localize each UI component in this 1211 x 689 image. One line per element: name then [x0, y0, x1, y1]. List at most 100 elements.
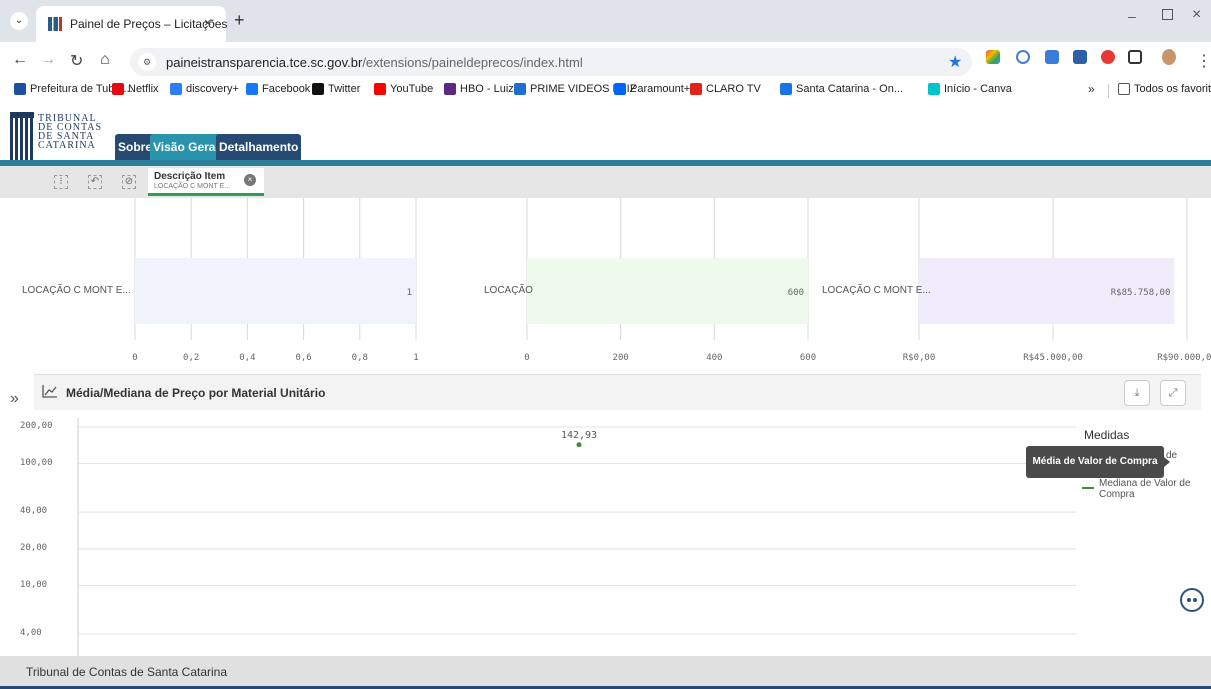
chart-panel-header: Média/Mediana de Preço por Material Unit… — [34, 374, 1201, 410]
assistant-bot-icon[interactable] — [1180, 588, 1204, 612]
bookmark-favicon-icon — [444, 83, 456, 95]
y-tick-label: 4,00 — [20, 628, 42, 638]
tooltip: Média de Valor de Compra — [1026, 446, 1170, 478]
y-tick-label: 100,00 — [20, 457, 53, 468]
x-tick-label: R$0,00 — [902, 353, 936, 363]
x-tick-label: 0 — [132, 353, 138, 363]
x-tick-label: R$90.000,00 — [1157, 353, 1211, 363]
category-label[interactable]: LOCAÇÃO C MONT E... — [822, 285, 931, 296]
site-favicon-icon — [48, 17, 62, 31]
x-tick-label: 0,2 — [183, 353, 200, 363]
x-tick-label: 400 — [706, 353, 723, 363]
legend-title: Medidas — [1084, 428, 1130, 442]
bookmark-favicon-icon — [928, 83, 940, 95]
bookmark-favicon-icon — [374, 83, 386, 95]
line-chart-icon — [42, 385, 57, 398]
category-label[interactable]: LOCAÇÃO C MONT E... — [22, 285, 131, 296]
x-tick-label: R$45.000,00 — [1023, 353, 1083, 363]
reload-icon[interactable]: ↻ — [70, 51, 83, 71]
clear-selection-icon[interactable]: × — [244, 174, 256, 186]
tab-detalhamento[interactable]: Detalhamento — [216, 134, 302, 160]
bookmark-item[interactable]: Netflix — [112, 83, 159, 95]
bookmark-item[interactable]: Santa Catarina - On... — [780, 83, 903, 95]
extension-icon[interactable] — [1045, 50, 1059, 64]
smart-search-icon[interactable]: ⁝ — [54, 175, 68, 189]
window-close-icon[interactable]: × — [1192, 6, 1201, 24]
url-text: paineistransparencia.tce.sc.gov.br/exten… — [166, 55, 583, 70]
browser-tab[interactable]: Painel de Preços – Licitações × — [36, 6, 227, 42]
bar[interactable] — [527, 258, 808, 324]
y-tick-label: 200,00 — [20, 421, 53, 431]
tab-sobre[interactable]: Sobre — [115, 134, 156, 160]
forward-arrow-icon[interactable]: → — [40, 51, 56, 69]
fullscreen-icon[interactable]: ⤢ — [1160, 380, 1186, 406]
data-point-label: 142,93 — [560, 429, 598, 441]
bookmark-favicon-icon — [246, 83, 258, 95]
back-arrow-icon[interactable]: ← — [12, 51, 28, 69]
address-bar[interactable]: ⚙ paineistransparencia.tce.sc.gov.br/ext… — [130, 48, 972, 76]
bookmark-item[interactable]: HBO - Luiz — [444, 83, 514, 95]
window-maximize-icon[interactable] — [1162, 9, 1173, 20]
bookmark-favicon-icon — [14, 83, 26, 95]
bookmark-favicon-icon — [780, 83, 792, 95]
bookmark-item[interactable]: Início - Canva — [928, 83, 1012, 95]
footer: Tribunal de Contas de Santa Catarina — [0, 656, 1211, 689]
selections-bar: ⁝ ↶ ⊘ Descrição Item LOCAÇÃO C MONT E...… — [0, 166, 1211, 198]
footer-text: Tribunal de Contas de Santa Catarina — [26, 665, 228, 679]
bookmark-favicon-icon — [312, 83, 324, 95]
bookmark-item[interactable]: discovery+ — [170, 83, 239, 95]
bookmark-item[interactable]: CLARO TV — [690, 83, 761, 95]
y-tick-label: 20,00 — [20, 542, 48, 553]
browser-menu-icon[interactable]: ⋮ — [1196, 51, 1211, 71]
bookmark-favicon-icon — [112, 83, 124, 95]
all-bookmarks-folder[interactable]: Todos os favoritos — [1118, 83, 1211, 95]
x-tick-label: 1 — [413, 353, 419, 363]
step-back-icon[interactable]: ↶ — [88, 175, 102, 189]
clear-selections-icon[interactable]: ⊘ — [122, 175, 136, 189]
tab-close-icon[interactable]: × — [204, 15, 212, 30]
bar-value-label: R$85.758,00 — [1110, 288, 1171, 298]
bookmarks-overflow-icon[interactable]: » — [1088, 82, 1095, 96]
bar-charts-area: 0 0,2 0,4 0,6 0,8 1 LOCAÇÃO C MONT E... 1 0 200 40… — [0, 198, 1211, 374]
extension-icon[interactable] — [986, 50, 1000, 64]
home-icon[interactable]: ⌂ — [100, 51, 110, 69]
bar[interactable] — [135, 258, 416, 324]
folder-icon — [1118, 83, 1130, 95]
tce-sc-logo: TRIBUNAL DE CONTAS DE SANTA CATARINA — [10, 112, 110, 160]
extension-icon[interactable] — [1101, 50, 1115, 64]
bookmark-favicon-icon — [614, 83, 626, 95]
window-minimize-icon[interactable]: – — [1128, 8, 1136, 24]
bookmark-item[interactable]: Facebook — [246, 83, 310, 95]
x-tick-label: 0,8 — [351, 353, 368, 363]
extensions-puzzle-icon[interactable] — [1128, 50, 1142, 64]
bar-charts-svg — [134, 198, 1188, 340]
x-tick-label: 0,4 — [239, 353, 256, 363]
download-icon[interactable]: ⤓ — [1124, 380, 1150, 406]
bookmark-favicon-icon — [690, 83, 702, 95]
bookmark-item[interactable]: Twitter — [312, 83, 360, 95]
x-tick-label: 0 — [524, 353, 530, 363]
bookmark-item[interactable]: Paramount+ — [614, 83, 690, 95]
app-header: TRIBUNAL DE CONTAS DE SANTA CATARINA Sob… — [0, 102, 1211, 160]
data-point[interactable] — [576, 442, 582, 448]
x-tick-label: 0,6 — [295, 353, 312, 363]
site-info-icon[interactable]: ⚙ — [138, 53, 156, 71]
y-tick-label: 40,00 — [20, 506, 48, 517]
new-tab-icon[interactable]: + — [234, 10, 245, 31]
x-tick-label: 600 — [799, 353, 817, 363]
category-label[interactable]: LOCAÇÃO — [484, 285, 533, 296]
expand-sidebar-icon[interactable]: » — [10, 390, 19, 408]
tab-visao-geral[interactable]: Visão Geral — [150, 134, 222, 160]
bookmarks-bar: » Todos os favoritos Prefeitura de Tubar… — [0, 80, 1211, 102]
selection-chip[interactable]: Descrição Item LOCAÇÃO C MONT E... × — [148, 168, 264, 196]
bookmark-item[interactable]: YouTube — [374, 83, 433, 95]
profile-avatar[interactable] — [1162, 49, 1176, 65]
extension-icon[interactable] — [1016, 50, 1030, 64]
tab-search-chevron-icon[interactable]: ⌄ — [10, 12, 28, 30]
bookmark-star-icon[interactable]: ★ — [948, 52, 962, 72]
extension-icon[interactable] — [1073, 50, 1087, 64]
legend-marker — [1082, 487, 1094, 489]
bar-value-label: 600 — [787, 288, 804, 298]
line-chart: Medidas de Mediana de Valor de Compra Mé… — [0, 410, 1211, 656]
legend-item-mediana[interactable]: Mediana de Valor de Compra — [1099, 478, 1199, 500]
